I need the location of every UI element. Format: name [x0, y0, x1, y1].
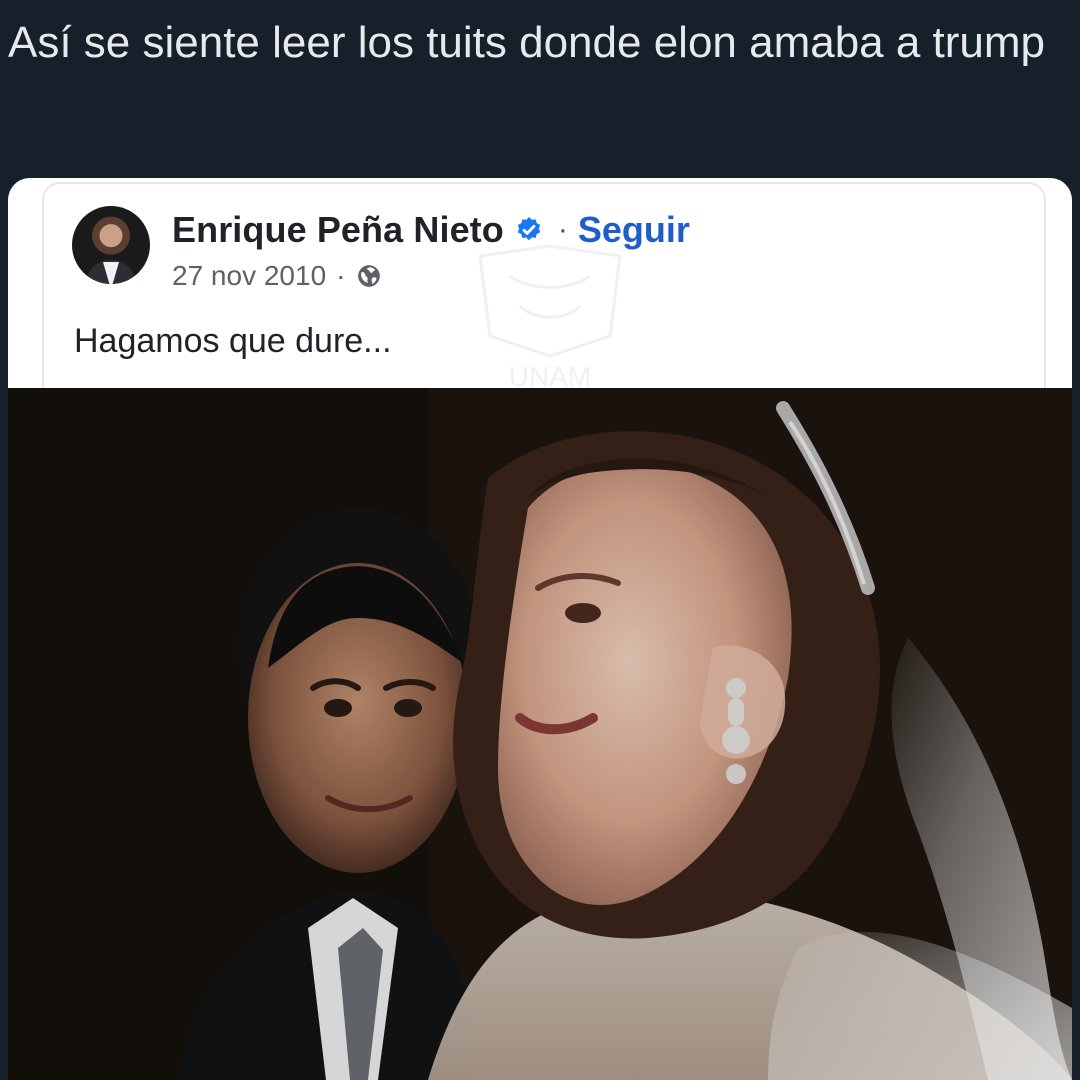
avatar[interactable]	[72, 206, 150, 284]
author-line: Enrique Peña Nieto · Seguir	[172, 208, 690, 252]
caption-text: Así se siente leer los tuits donde elon …	[8, 18, 1046, 67]
meme-canvas: Así se siente leer los tuits donde elon …	[0, 0, 1080, 1080]
post-header: Enrique Peña Nieto · Seguir 27 nov 2010 …	[72, 206, 690, 292]
date-separator: ·	[336, 260, 346, 291]
wedding-couple-photo[interactable]	[8, 388, 1072, 1080]
name-separator: ·	[557, 213, 568, 246]
post-date-line: 27 nov 2010 ·	[172, 260, 690, 292]
post-date[interactable]: 27 nov 2010	[172, 260, 326, 292]
author-name[interactable]: Enrique Peña Nieto	[172, 209, 504, 251]
globe-icon	[355, 262, 383, 290]
photo-illustration	[8, 388, 1072, 1080]
post-text: Hagamos que dure...	[74, 322, 392, 360]
follow-button[interactable]: Seguir	[578, 209, 690, 251]
facebook-post-card: UNAM Enrique Peña Nieto · Seguir 27 nov …	[8, 178, 1072, 1080]
post-meta: Enrique Peña Nieto · Seguir 27 nov 2010 …	[172, 208, 690, 292]
verified-badge-icon	[514, 215, 544, 245]
